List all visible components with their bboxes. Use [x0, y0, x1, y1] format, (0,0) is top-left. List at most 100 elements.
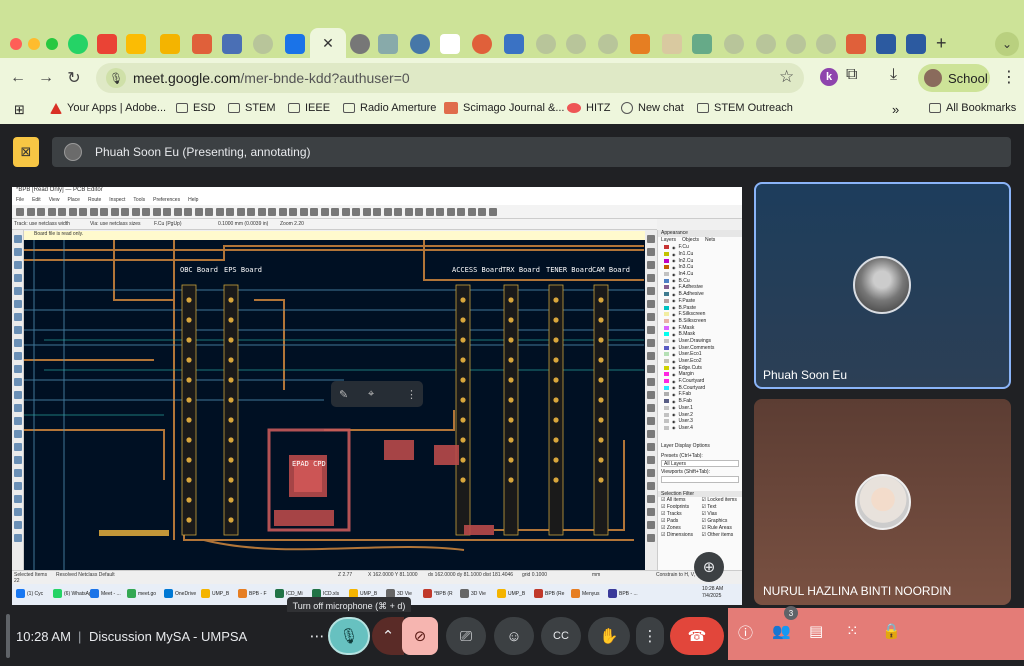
pcb-toolbar-icon[interactable]: [383, 208, 392, 216]
annotate-pen-icon[interactable]: ✎: [339, 388, 348, 401]
tab-generic-3[interactable]: [440, 34, 460, 54]
pcb-toolbar-icon[interactable]: [310, 208, 318, 216]
window-close-dot[interactable]: [10, 38, 22, 50]
pcb-toolbar-icon[interactable]: [79, 208, 87, 216]
tab-generic-2[interactable]: [378, 34, 398, 54]
pcb-toolbar-icon[interactable]: [236, 208, 245, 216]
tab-calendar-2[interactable]: [285, 34, 305, 54]
pcb-toolbar-icon[interactable]: [257, 208, 266, 216]
window-maximize-dot[interactable]: [46, 38, 58, 50]
taskbar-item[interactable]: Menyus: [571, 589, 600, 598]
tab-generic-11[interactable]: [692, 34, 712, 54]
layer-row[interactable]: ◉ User.Eco1: [658, 351, 742, 358]
pcb-toolbar-icon[interactable]: [152, 208, 161, 216]
selection-filter-item[interactable]: ☑ Graphics: [702, 518, 743, 524]
layer-row[interactable]: ◉ Margin: [658, 371, 742, 378]
pcb-right-tool-icon[interactable]: [647, 339, 655, 347]
viewports-select[interactable]: [661, 476, 739, 484]
pcb-toolbar-icon[interactable]: [47, 208, 56, 216]
pcb-toolbar-icon[interactable]: [89, 208, 98, 216]
selection-filter-item[interactable]: ☑ Rule Areas: [702, 525, 743, 531]
pcb-left-tool-icon[interactable]: [14, 391, 22, 399]
pcb-left-tool-icon[interactable]: [14, 469, 22, 477]
raise-hand-button[interactable]: ✋: [588, 617, 630, 655]
pcb-right-tool-icon[interactable]: [647, 482, 655, 490]
layer-visibility-icon[interactable]: ◉: [672, 345, 676, 350]
layer-visibility-icon[interactable]: ◉: [672, 312, 676, 317]
pcb-left-tool-icon[interactable]: [14, 248, 22, 256]
present-screen-button[interactable]: ⎚: [446, 617, 486, 655]
pcb-toolbar-icon[interactable]: [173, 208, 182, 216]
tab-generic-5[interactable]: [504, 34, 524, 54]
layer-row[interactable]: ◉ B.Paste: [658, 304, 742, 311]
pcb-right-tool-icon[interactable]: [647, 352, 655, 360]
layer-row[interactable]: ◉ B.Fab: [658, 398, 742, 405]
tab-generic-12[interactable]: [724, 34, 744, 54]
layer-row[interactable]: ◉ User.2: [658, 411, 742, 418]
pcb-toolbar-icon[interactable]: [16, 208, 24, 216]
pcb-toolbar-icon[interactable]: [488, 208, 497, 216]
taskbar-item[interactable]: meet.go: [127, 589, 156, 598]
pcb-right-tool-icon[interactable]: [647, 469, 655, 477]
pcb-right-tool-icon[interactable]: [647, 248, 655, 256]
pcb-left-tool-icon[interactable]: [14, 235, 22, 243]
appearance-tab-nets[interactable]: Nets: [705, 237, 715, 244]
window-minimize-dot[interactable]: [28, 38, 40, 50]
layer-row[interactable]: ◉ B.Courtyard: [658, 384, 742, 391]
layer-row[interactable]: ◉ B.Silkscreen: [658, 318, 742, 325]
tab-generic-14[interactable]: [786, 34, 806, 54]
tab-generic-15[interactable]: [816, 34, 836, 54]
layer-visibility-icon[interactable]: ◉: [672, 379, 676, 384]
taskbar-item[interactable]: UMP_B: [497, 589, 525, 598]
pcb-toolbar-icon[interactable]: [425, 208, 434, 216]
pcb-toolbar-icon[interactable]: [457, 208, 465, 216]
extensions-puzzle-icon[interactable]: ⧉: [846, 66, 857, 84]
bookmark-adobe[interactable]: Your Apps | Adobe...: [50, 102, 166, 114]
apps-grid-icon[interactable]: ⊞: [14, 102, 25, 118]
taskbar-item[interactable]: OneDrive: [164, 589, 196, 598]
layer-visibility-icon[interactable]: ◉: [672, 365, 676, 370]
pcb-left-tool-icon[interactable]: [14, 352, 22, 360]
layer-row[interactable]: ◉ F.Silkscreen: [658, 311, 742, 318]
selection-filter-item[interactable]: ☑ Text: [702, 504, 743, 510]
browser-menu-icon[interactable]: ⋮: [1001, 67, 1017, 87]
pcb-toolbar-icon[interactable]: [436, 208, 444, 216]
layer-visibility-icon[interactable]: ◉: [672, 252, 676, 257]
pcb-toolbar-icon[interactable]: [415, 208, 423, 216]
layer-row[interactable]: ◉ B.Mask: [658, 331, 742, 338]
selection-filter-item[interactable]: ☑ Tracks: [661, 511, 702, 517]
pcb-right-tool-icon[interactable]: [647, 508, 655, 516]
layer-visibility-icon[interactable]: ◉: [672, 372, 676, 377]
appearance-tab-objects[interactable]: Objects: [682, 237, 699, 244]
activities-icon[interactable]: ⁙: [846, 622, 859, 640]
tab-search-icon[interactable]: ⌄: [995, 32, 1019, 56]
layer-visibility-icon[interactable]: ◉: [672, 325, 676, 330]
layer-row[interactable]: ◉ F.Cu: [658, 244, 742, 251]
url-text[interactable]: meet.google.com/mer-bnde-kdd?authuser=0: [133, 70, 410, 86]
pcb-left-tool-icon[interactable]: [14, 300, 22, 308]
taskbar-item[interactable]: Meet - ...: [90, 589, 121, 598]
pcb-left-tool-icon[interactable]: [14, 365, 22, 373]
cursor-off-icon[interactable]: ⌖: [368, 388, 374, 401]
selection-filter-item[interactable]: ☑ Pads: [661, 518, 702, 524]
layer-visibility-icon[interactable]: ◉: [672, 399, 676, 404]
microphone-button[interactable]: 🎙: [328, 617, 370, 655]
tab-generic-10[interactable]: [662, 34, 682, 54]
tab-slides[interactable]: [160, 34, 180, 54]
bookmark-new-chat[interactable]: New chat: [621, 102, 684, 114]
layer-row[interactable]: ◉ User.1: [658, 405, 742, 412]
extension-k-icon[interactable]: k: [820, 68, 838, 86]
pcb-left-tool-icon[interactable]: [14, 482, 22, 490]
appearance-tab-layers[interactable]: Layers: [661, 237, 676, 244]
selection-filter-item[interactable]: ☑ Locked items: [702, 497, 743, 503]
layer-visibility-icon[interactable]: ◉: [672, 285, 676, 290]
pcb-left-tool-icon[interactable]: [14, 495, 22, 503]
pcb-left-tool-icon[interactable]: [14, 378, 22, 386]
tab-generic-7[interactable]: [566, 34, 586, 54]
reload-icon[interactable]: ↻: [62, 66, 86, 90]
pcb-right-tool-icon[interactable]: [647, 534, 655, 542]
pcb-toolbar-icon[interactable]: [341, 208, 350, 216]
people-icon[interactable]: 👥: [772, 622, 791, 640]
end-call-button[interactable]: ☎: [670, 617, 724, 655]
layer-row[interactable]: ◉ Edge.Cuts: [658, 364, 742, 371]
